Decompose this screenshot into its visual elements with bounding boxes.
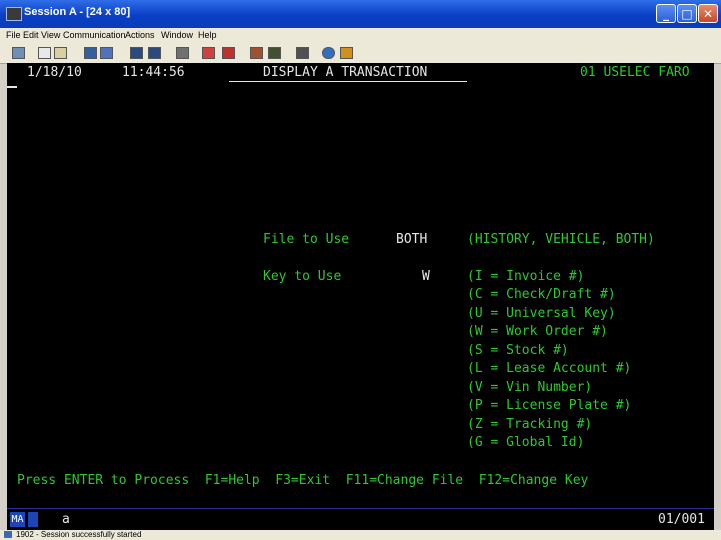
- screen-time: 11:44:56: [122, 65, 185, 80]
- key-option: (G = Global Id): [467, 435, 585, 450]
- key-option: (Z = Tracking #): [467, 417, 593, 432]
- paste-icon[interactable]: [54, 47, 67, 59]
- menu-communication[interactable]: Communication: [63, 30, 126, 40]
- key-option: (W = Work Order #): [467, 324, 608, 339]
- menu-file[interactable]: File: [6, 30, 21, 40]
- receive-icon[interactable]: [100, 47, 113, 59]
- menu-actions[interactable]: Actions: [125, 30, 155, 40]
- menu-edit[interactable]: Edit: [23, 30, 39, 40]
- oia-indicator: MA: [10, 512, 25, 527]
- oia-input: a: [62, 512, 70, 527]
- screen-title: DISPLAY A TRANSACTION: [229, 65, 468, 82]
- screen-code: 01 USELEC FARO: [580, 65, 690, 80]
- menu-view[interactable]: View: [41, 30, 60, 40]
- chart-icon[interactable]: [176, 47, 189, 59]
- key-option: (P = License Plate #): [467, 398, 632, 413]
- key-to-use-field[interactable]: W: [422, 269, 430, 285]
- menu-help[interactable]: Help: [198, 30, 217, 40]
- macro-play-icon[interactable]: [250, 47, 263, 59]
- oia-cursor: [28, 512, 38, 527]
- copy-icon[interactable]: [38, 47, 51, 59]
- operator-info-area: MA a 01/001: [7, 508, 714, 531]
- keyboard-icon[interactable]: [148, 47, 161, 59]
- key-option: (C = Check/Draft #): [467, 287, 616, 302]
- maximize-button[interactable]: □: [677, 4, 697, 23]
- file-to-use-label: File to Use: [263, 232, 350, 247]
- print-screen-icon[interactable]: [12, 47, 25, 59]
- cursor-position: 01/001: [658, 512, 705, 527]
- emulator-window: Session A - [24 x 80] _ □ ✕ File Edit Vi…: [0, 0, 721, 540]
- close-button[interactable]: ✕: [698, 4, 718, 23]
- key-option: (S = Stock #): [467, 343, 569, 358]
- menu-bar: File Edit View Communication Actions Win…: [0, 28, 721, 44]
- help-icon[interactable]: [296, 47, 309, 59]
- customize-icon[interactable]: [268, 47, 281, 59]
- screen-date: 1/18/10: [27, 65, 82, 80]
- macro-stop-icon[interactable]: [222, 47, 235, 59]
- minimize-button[interactable]: _: [656, 4, 676, 23]
- keypad-icon[interactable]: [340, 47, 353, 59]
- send-icon[interactable]: [84, 47, 97, 59]
- file-to-use-field[interactable]: BOTH: [396, 232, 427, 248]
- terminal-screen[interactable]: 1/18/10 11:44:56 DISPLAY A TRANSACTION 0…: [7, 63, 714, 508]
- key-to-use-label: Key to Use: [263, 269, 342, 284]
- key-option: (I = Invoice #): [467, 269, 585, 284]
- window-title: Session A - [24 x 80]: [24, 6, 131, 18]
- file-options-text: (HISTORY, VEHICLE, BOTH): [467, 232, 655, 247]
- session-icon[interactable]: [6, 7, 22, 21]
- key-option: (L = Lease Account #): [467, 361, 632, 376]
- color-icon[interactable]: [322, 47, 335, 59]
- status-icon: [4, 531, 12, 538]
- status-bar: 1902 - Session successfully started: [0, 530, 721, 540]
- key-option: (U = Universal Key): [467, 306, 616, 321]
- display-icon[interactable]: [130, 47, 143, 59]
- terminal-cursor: [7, 86, 17, 88]
- menu-window[interactable]: Window: [161, 30, 193, 40]
- toolbar: [0, 44, 721, 64]
- key-option: (V = Vin Number): [467, 380, 593, 395]
- status-text: 1902 - Session successfully started: [16, 530, 142, 539]
- macro-record-icon[interactable]: [202, 47, 215, 59]
- title-bar[interactable]: Session A - [24 x 80] _ □ ✕: [0, 0, 721, 28]
- function-key-line: Press ENTER to Process F1=Help F3=Exit F…: [17, 473, 589, 488]
